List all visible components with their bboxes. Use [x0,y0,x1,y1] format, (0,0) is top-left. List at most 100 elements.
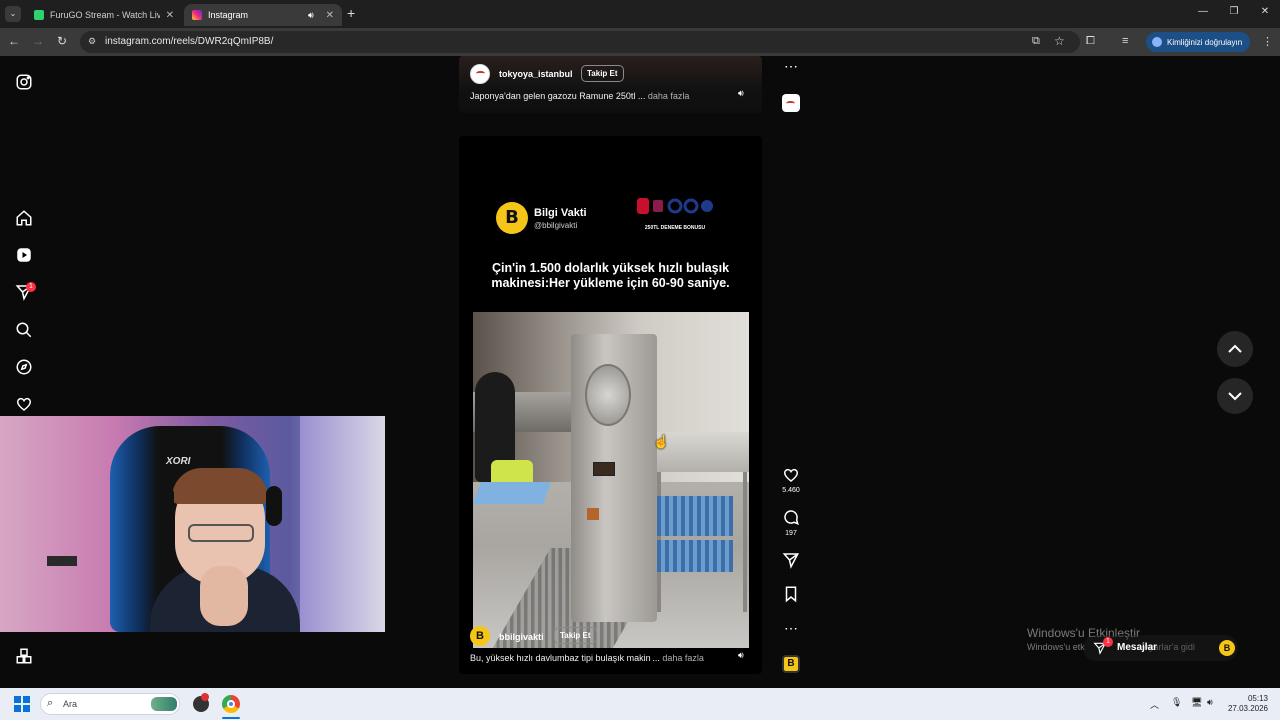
follow-button[interactable]: Takip Et [554,627,597,644]
chrome-icon[interactable] [222,695,240,713]
new-tab-button[interactable]: + [347,5,355,21]
reel-main[interactable]: B Bilgi Vakti @bbilgivakti 250TL DENEME … [459,136,762,674]
chevron-up-icon [1228,344,1242,353]
extensions-icon[interactable]: ⧠ [1086,35,1095,48]
headline-line-2: makinesi:Her yükleme için 60-90 saniye. [491,276,730,290]
comment-count: 197 [785,530,797,537]
sponsor-logo: 250TL DENEME BONUSU [635,194,715,231]
more-options-icon[interactable]: ⋯ [784,58,798,75]
search-icon[interactable] [15,321,33,339]
cast-icon[interactable]: ⧉ [1032,35,1040,48]
more-link[interactable]: daha fazla [662,653,704,663]
watermark-line-2: Windows'u etk [1027,642,1085,652]
reel-username[interactable]: bbilgivakti [499,632,544,642]
instagram-favicon-icon [192,10,202,20]
like-heart-icon[interactable] [782,466,800,484]
address-bar[interactable]: ⚙ instagram.com/reels/DWR2qQmIP8B/ ⧉ ☆ [80,31,1080,53]
browser-menu-icon[interactable]: ⋮ [1262,35,1273,48]
save-bookmark-icon[interactable] [782,585,800,603]
bookmark-star-icon[interactable]: ☆ [1054,34,1065,48]
date: 27.03.2026 [1227,704,1268,713]
home-icon[interactable] [15,209,33,227]
windows-start-icon[interactable] [14,696,30,712]
comment-icon[interactable] [782,508,800,526]
messages-label: Mesajlar [1117,642,1158,653]
sound-icon[interactable]: 🔊︎ [738,650,744,661]
more-options-icon[interactable]: ⋯ [784,620,798,637]
caption-text: Bu, yüksek hızlı davlumbaz tipi bulaşık … [470,653,660,663]
reel-username[interactable]: tokyoya_istanbul [499,69,573,79]
avatar[interactable] [470,64,490,84]
restore-icon[interactable]: ❐ [1219,6,1249,17]
clock[interactable]: 05:13 27.03.2026 [1226,694,1268,714]
chevron-down-icon [1228,392,1242,401]
avatar: B [1219,640,1235,656]
reel-previous[interactable]: tokyoya_istanbul Takip Et Japonya'dan ge… [459,56,762,113]
sound-icon[interactable]: 🔊︎ [738,88,744,99]
next-reel-button[interactable] [1217,378,1253,414]
back-icon[interactable]: ← [6,34,22,48]
microphone-icon[interactable]: 🎙︎ [1171,697,1182,708]
reel-caption: Japonya'dan gelen gazozu Ramune 250tl ..… [470,91,689,101]
reel-headline: Çin'in 1.500 dolarlık yüksek hızlı bulaş… [459,261,762,291]
app-icon[interactable] [193,693,209,712]
search-icon: ⌕ [47,697,54,709]
sponsor-subtitle: 250TL DENEME BONUSU [644,225,706,231]
brand-name: Bilgi Vakti [534,207,587,219]
notification-badge: 1 [26,282,36,292]
tab-title: Instagram [208,10,249,20]
tab-title: FuruGO Stream - Watch Live o [50,10,160,20]
messages-badge: 1 [1103,637,1113,647]
site-info-icon[interactable]: ⚙ [88,36,96,47]
notifications-heart-icon[interactable] [15,395,33,413]
previous-reel-button[interactable] [1217,331,1253,367]
verify-identity-button[interactable]: Kimliğinizi doğrulayın [1146,32,1250,52]
headline-line-1: Çin'in 1.500 dolarlık yüksek hızlı bulaş… [491,261,730,275]
tab-instagram[interactable]: Instagram 🔊︎ ✕ [184,4,342,26]
windows-taskbar: ⌕ Ara ︿ 🎙︎ 🖥︎ 🔊︎ 05:13 27.03.2026 [0,688,1280,720]
reel-video[interactable]: ☝ [473,312,749,648]
tab-list-button[interactable]: ⌄ [5,6,21,22]
show-hidden-icons-icon[interactable]: ︿ [1150,698,1159,711]
minimize-icon[interactable]: — [1188,6,1218,17]
speaker-icon[interactable]: 🔊︎ [308,10,314,21]
reels-icon[interactable] [15,246,33,264]
time: 05:13 [1247,694,1268,703]
taskbar-search[interactable]: ⌕ Ara [40,693,180,715]
reload-icon[interactable]: ↻ [54,34,70,48]
more-link[interactable]: daha fazla [648,91,690,101]
forward-icon[interactable]: → [30,34,46,48]
audio-thumbnail[interactable] [782,94,800,112]
network-icon[interactable]: 🖥︎ [1191,697,1202,708]
tab-close-icon[interactable]: ✕ [166,10,174,21]
search-highlight-icon [151,697,177,711]
profile-icon [1152,37,1162,47]
messages-button[interactable]: 1 Mesajlar B [1083,635,1238,661]
brand-handle: @bbilgivakti [534,221,578,230]
avatar[interactable]: B [470,626,490,646]
sponsor-mark-icon [637,198,713,214]
explore-icon[interactable] [15,358,33,376]
close-window-icon[interactable]: ✕ [1250,6,1280,17]
brand-logo-icon: B [496,202,528,234]
reel-caption: Bu, yüksek hızlı davlumbaz tipi bulaşık … [470,653,704,663]
tab-furugo[interactable]: FuruGO Stream - Watch Live o ✕ [26,4,182,26]
follow-button[interactable]: Takip Et [581,65,624,82]
mouse-cursor-icon: ☝ [653,434,670,449]
more-apps-icon[interactable] [15,647,33,665]
search-placeholder: Ara [63,699,78,709]
instagram-page: 1 tokyoya_istanbul Takip Et Japonya'dan … [0,56,1280,688]
caption-text: Japonya'dan gelen gazozu Ramune 250tl ..… [470,91,646,101]
media-control-icon[interactable]: ≡ [1122,35,1128,47]
audio-thumbnail[interactable]: B [782,655,800,673]
furugo-favicon-icon [34,10,44,20]
url-text: instagram.com/reels/DWR2qQmIP8B/ [105,36,274,47]
verify-label: Kimliğinizi doğrulayın [1167,37,1243,47]
like-count: 5.460 [782,487,800,494]
share-icon[interactable] [782,551,800,569]
instagram-logo-icon[interactable] [15,73,33,91]
browser-toolbar: ← → ↻ ⚙ instagram.com/reels/DWR2qQmIP8B/… [0,28,1280,56]
volume-icon[interactable]: 🔊︎ [1207,697,1213,708]
tab-close-icon[interactable]: ✕ [326,10,334,21]
browser-tab-bar: ⌄ FuruGO Stream - Watch Live o ✕ Instagr… [0,0,1280,28]
